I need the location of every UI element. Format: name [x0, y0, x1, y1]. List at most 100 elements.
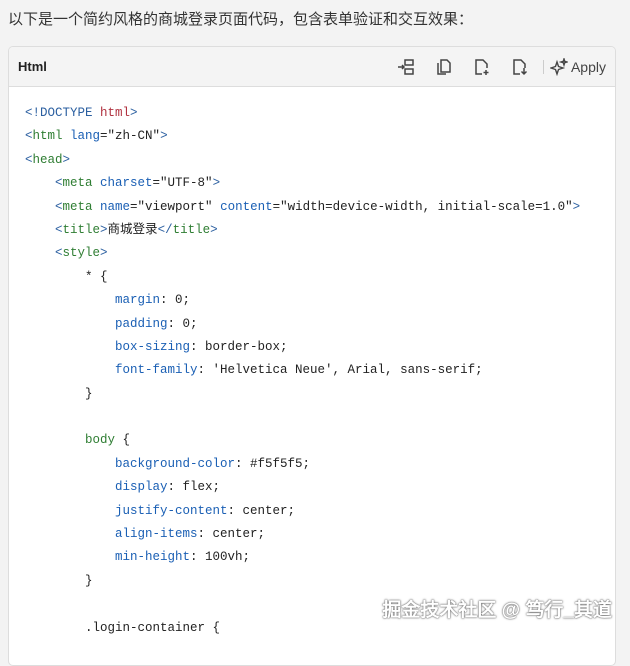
code-token: >: [62, 152, 71, 167]
sparkle-icon: [549, 57, 568, 76]
code-line: }: [25, 570, 615, 593]
code-line: <meta name="viewport" content="width=dev…: [25, 196, 615, 219]
code-token: justify-content: [115, 503, 228, 518]
code-token: }: [25, 386, 93, 401]
apply-button[interactable]: Apply: [549, 57, 606, 76]
code-line: display: flex;: [25, 476, 615, 499]
code-token: : border-box;: [190, 339, 288, 354]
intro-text: 以下是一个简约风格的商城登录页面代码，包含表单验证和交互效果：: [8, 11, 474, 28]
code-block: Html Apply <!DOCTYPE html> <html lang="zh…: [8, 46, 616, 666]
code-token: padding: [115, 316, 168, 331]
code-token: <!DOCTYPE: [25, 106, 101, 120]
code-line: min-height: 100vh;: [25, 546, 615, 569]
watermark: 掘金技术社区 @ 笃行_其道: [382, 600, 612, 621]
code-token: <: [25, 129, 33, 144]
code-token: min-height: [115, 550, 191, 565]
code-line: <style>: [25, 242, 615, 265]
code-line: align-items: center;: [25, 523, 615, 546]
code-token: >: [210, 222, 218, 237]
code-line: }: [25, 383, 615, 406]
code-token: >: [130, 106, 138, 120]
code-token: >: [100, 246, 108, 261]
code-token: body: [85, 433, 116, 448]
new-file-icon[interactable]: [471, 56, 493, 78]
code-token: {: [115, 433, 131, 448]
code-token: </: [157, 222, 173, 237]
code-token: box-sizing: [115, 339, 191, 354]
code-token: head: [32, 152, 63, 167]
divider: [542, 59, 544, 74]
code-line: body {: [25, 429, 615, 452]
code-line: margin: 0;: [25, 289, 615, 312]
code-token: meta: [62, 199, 101, 214]
code-line: padding: 0;: [25, 313, 615, 336]
code-token: ="UTF-8": [152, 176, 213, 191]
code-token: ="width=device-width, initial-scale=1.0": [272, 199, 573, 214]
code-token: : 0;: [167, 316, 198, 331]
code-token: display: [115, 480, 168, 495]
code-token: : flex;: [167, 480, 221, 495]
code-token: : 0;: [160, 293, 191, 308]
code-token: font-family: [115, 363, 198, 378]
code-token: html: [32, 129, 71, 144]
code-language: Html: [18, 59, 47, 74]
code-token: * {: [25, 269, 108, 284]
code-token: style: [62, 246, 101, 261]
code-token: .login-container {: [25, 620, 221, 635]
code-token: >: [572, 199, 581, 214]
download-file-icon[interactable]: [509, 56, 531, 78]
code-token: charset: [100, 176, 153, 191]
code-block-header: Html Apply: [9, 47, 615, 87]
code-token: : center;: [227, 503, 296, 518]
code-token: title: [172, 222, 211, 237]
code-line: <head>: [25, 149, 615, 172]
code-token: name: [100, 199, 131, 214]
copy-icon[interactable]: [433, 56, 455, 78]
code-line: justify-content: center;: [25, 500, 615, 523]
code-token: }: [25, 573, 93, 588]
code-token: : 100vh;: [190, 550, 251, 565]
code-token: title: [62, 222, 101, 237]
code-token: <: [25, 176, 63, 191]
code-token: margin: [115, 293, 161, 308]
code-token: <: [25, 199, 63, 214]
code-token: 商城登录: [107, 222, 158, 237]
code-token: : #f5f5f5;: [235, 456, 311, 471]
code-token: ="viewport": [130, 199, 221, 214]
code-token: <: [25, 246, 63, 261]
code-token: meta: [62, 176, 101, 191]
code-line: font-family: 'Helvetica Neue', Arial, sa…: [25, 359, 615, 382]
code-line: <meta charset="UTF-8">: [25, 172, 615, 195]
code-token: : 'Helvetica Neue', Arial, sans-serif;: [197, 363, 483, 378]
code-line: <!DOCTYPE html>: [25, 102, 615, 125]
code-line: * {: [25, 266, 615, 289]
code-token: content: [220, 199, 273, 214]
code-token: >: [100, 222, 108, 237]
code-line: box-sizing: border-box;: [25, 336, 615, 359]
code-line: <html lang="zh-CN">: [25, 125, 615, 148]
apply-label: Apply: [570, 58, 606, 75]
insert-icon[interactable]: [395, 56, 417, 78]
code-token: >: [160, 129, 168, 144]
code-token: <: [25, 152, 33, 167]
code-token: align-items: [115, 527, 198, 542]
code-line: background-color: #f5f5f5;: [25, 453, 615, 476]
code-token: background-color: [115, 456, 236, 471]
code-token: >: [212, 176, 221, 191]
code-token: html: [100, 106, 131, 120]
code-line: <title>商城登录</title>: [25, 219, 615, 242]
code-token: ="zh-CN": [100, 129, 161, 144]
code-content: <!DOCTYPE html> <html lang="zh-CN"> <head>…: [9, 87, 615, 640]
code-token: lang: [70, 129, 101, 144]
